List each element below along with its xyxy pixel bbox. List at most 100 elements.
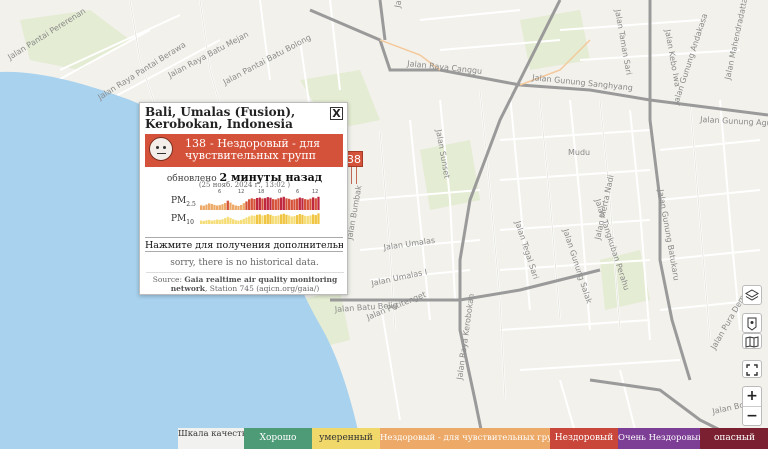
pm10-bar xyxy=(218,219,221,224)
aqi-legend: Шкала качества Хорошо умеренный Нездоров… xyxy=(178,428,768,449)
pm10-bar xyxy=(242,218,245,224)
pm10-bar xyxy=(253,215,256,224)
pm10-bar xyxy=(205,220,208,224)
pm10-bar xyxy=(258,214,261,224)
source-credit: Source: Gaia realtime air quality monito… xyxy=(146,272,344,293)
pm10-bar xyxy=(314,215,317,224)
hour-tick: 6 xyxy=(296,189,300,195)
pm25-bar xyxy=(200,205,203,210)
pm10-bar xyxy=(277,215,280,224)
pm10-bar xyxy=(306,216,309,224)
neutral-face-icon xyxy=(149,137,173,161)
pm10-bar xyxy=(280,214,283,224)
map-icon xyxy=(745,336,759,348)
pm10-bar xyxy=(226,216,229,224)
pm25-bar xyxy=(277,198,280,210)
close-button[interactable]: X xyxy=(330,107,343,120)
pm10-bar xyxy=(261,215,264,224)
zoom-control: + − xyxy=(742,386,762,426)
pm25-bar xyxy=(269,197,272,210)
pm25-bar xyxy=(306,199,309,210)
aqi-badge: 138- Нездоровый - для чувствительных гру… xyxy=(145,134,343,167)
pm10-bar xyxy=(202,220,205,224)
map-canvas[interactable]: Jalan Raya Canggu Jalan Gunung Sanghyang… xyxy=(0,0,768,449)
pm10-bar xyxy=(221,219,224,224)
zoom-out-button[interactable]: − xyxy=(743,406,761,426)
pm10-bar xyxy=(274,216,277,224)
pm25-bar xyxy=(216,205,219,210)
pm10-bar xyxy=(232,219,235,224)
legend-hazardous[interactable]: опасный xyxy=(700,428,768,449)
hour-tick: 0 xyxy=(278,189,282,195)
station-marker-pin xyxy=(351,167,357,184)
layers-icon xyxy=(745,289,759,301)
more-info-button[interactable]: Нажмите для получения дополнительной xyxy=(145,237,343,252)
pm25-bar xyxy=(213,204,216,210)
pm10-bar xyxy=(290,216,293,224)
pm25-bar xyxy=(312,197,315,210)
pm25-bar xyxy=(229,202,232,210)
pm25-bar xyxy=(240,205,243,210)
pm10-bar xyxy=(248,216,251,224)
pm25-label: PM2.5 xyxy=(171,196,196,208)
pm25-bar xyxy=(264,198,267,210)
pm10-bar xyxy=(256,214,259,224)
pm10-bar xyxy=(200,220,203,224)
pm25-bar xyxy=(272,199,275,210)
pm25-bar xyxy=(242,203,245,210)
pm25-bar xyxy=(317,196,320,210)
layers-button[interactable] xyxy=(742,285,762,305)
fullscreen-icon xyxy=(746,364,758,376)
pm25-bar xyxy=(226,200,229,210)
pm10-bar xyxy=(293,216,296,224)
pm25-bar xyxy=(282,196,285,210)
legend-good[interactable]: Хорошо xyxy=(244,428,312,449)
pm25-bar xyxy=(314,198,317,210)
pm25-bar xyxy=(285,198,288,210)
legend-very-unhealthy[interactable]: Очень Нездоровый xyxy=(618,428,700,449)
pm25-bar xyxy=(296,198,299,210)
aqi-status: 138- Нездоровый - для чувствительных гру… xyxy=(185,138,341,162)
pm25-bar xyxy=(245,201,248,210)
legend-moderate[interactable]: умеренный xyxy=(312,428,380,449)
station-title: Bali, Umalas (Fusion), Kerobokan, Indone… xyxy=(145,105,296,131)
station-popup: Bali, Umalas (Fusion), Kerobokan, Indone… xyxy=(139,102,348,295)
pm10-bar xyxy=(298,214,301,224)
pm25-bar xyxy=(202,205,205,210)
pm25-bar xyxy=(237,205,240,210)
hour-tick: 6 xyxy=(218,189,222,195)
pm10-chart xyxy=(200,213,320,224)
pm25-bar xyxy=(234,205,237,210)
pm25-bar xyxy=(293,199,296,210)
pm10-bar xyxy=(269,214,272,224)
hour-tick: 12 xyxy=(312,189,319,195)
pm25-bar xyxy=(274,199,277,210)
legend-scale-label: Шкала качества xyxy=(178,428,244,449)
update-date: (25 нояб. 2024 г., 13:02 ) xyxy=(198,181,291,189)
pm10-bar xyxy=(240,219,243,224)
pm10-bar xyxy=(285,214,288,224)
pm10-bar xyxy=(272,215,275,224)
pm25-bar xyxy=(304,199,307,210)
hour-tick: 18 xyxy=(258,189,265,195)
legend-unhealthy-sensitive[interactable]: Нездоровый - для чувствительных групп xyxy=(380,428,550,449)
location-button[interactable] xyxy=(742,313,762,333)
pm25-bar xyxy=(210,203,213,210)
pm25-bar xyxy=(218,205,221,210)
pm25-chart xyxy=(200,196,320,210)
hour-tick: 12 xyxy=(238,189,245,195)
zoom-in-button[interactable]: + xyxy=(743,387,761,406)
pm25-bar xyxy=(309,198,312,210)
location-icon xyxy=(747,317,757,331)
pm25-bar xyxy=(288,198,291,210)
legend-unhealthy[interactable]: Нездоровый xyxy=(550,428,618,449)
map-mode-button[interactable] xyxy=(742,333,762,349)
fullscreen-button[interactable] xyxy=(742,360,762,378)
no-history-text: sorry, there is no historical data. xyxy=(170,258,319,268)
pm25-bar xyxy=(280,197,283,210)
pm10-bar xyxy=(210,220,213,224)
pm10-bar xyxy=(304,215,307,224)
pm10-bar xyxy=(224,218,227,224)
pm10-bar xyxy=(216,219,219,224)
pm25-bar xyxy=(250,198,253,210)
